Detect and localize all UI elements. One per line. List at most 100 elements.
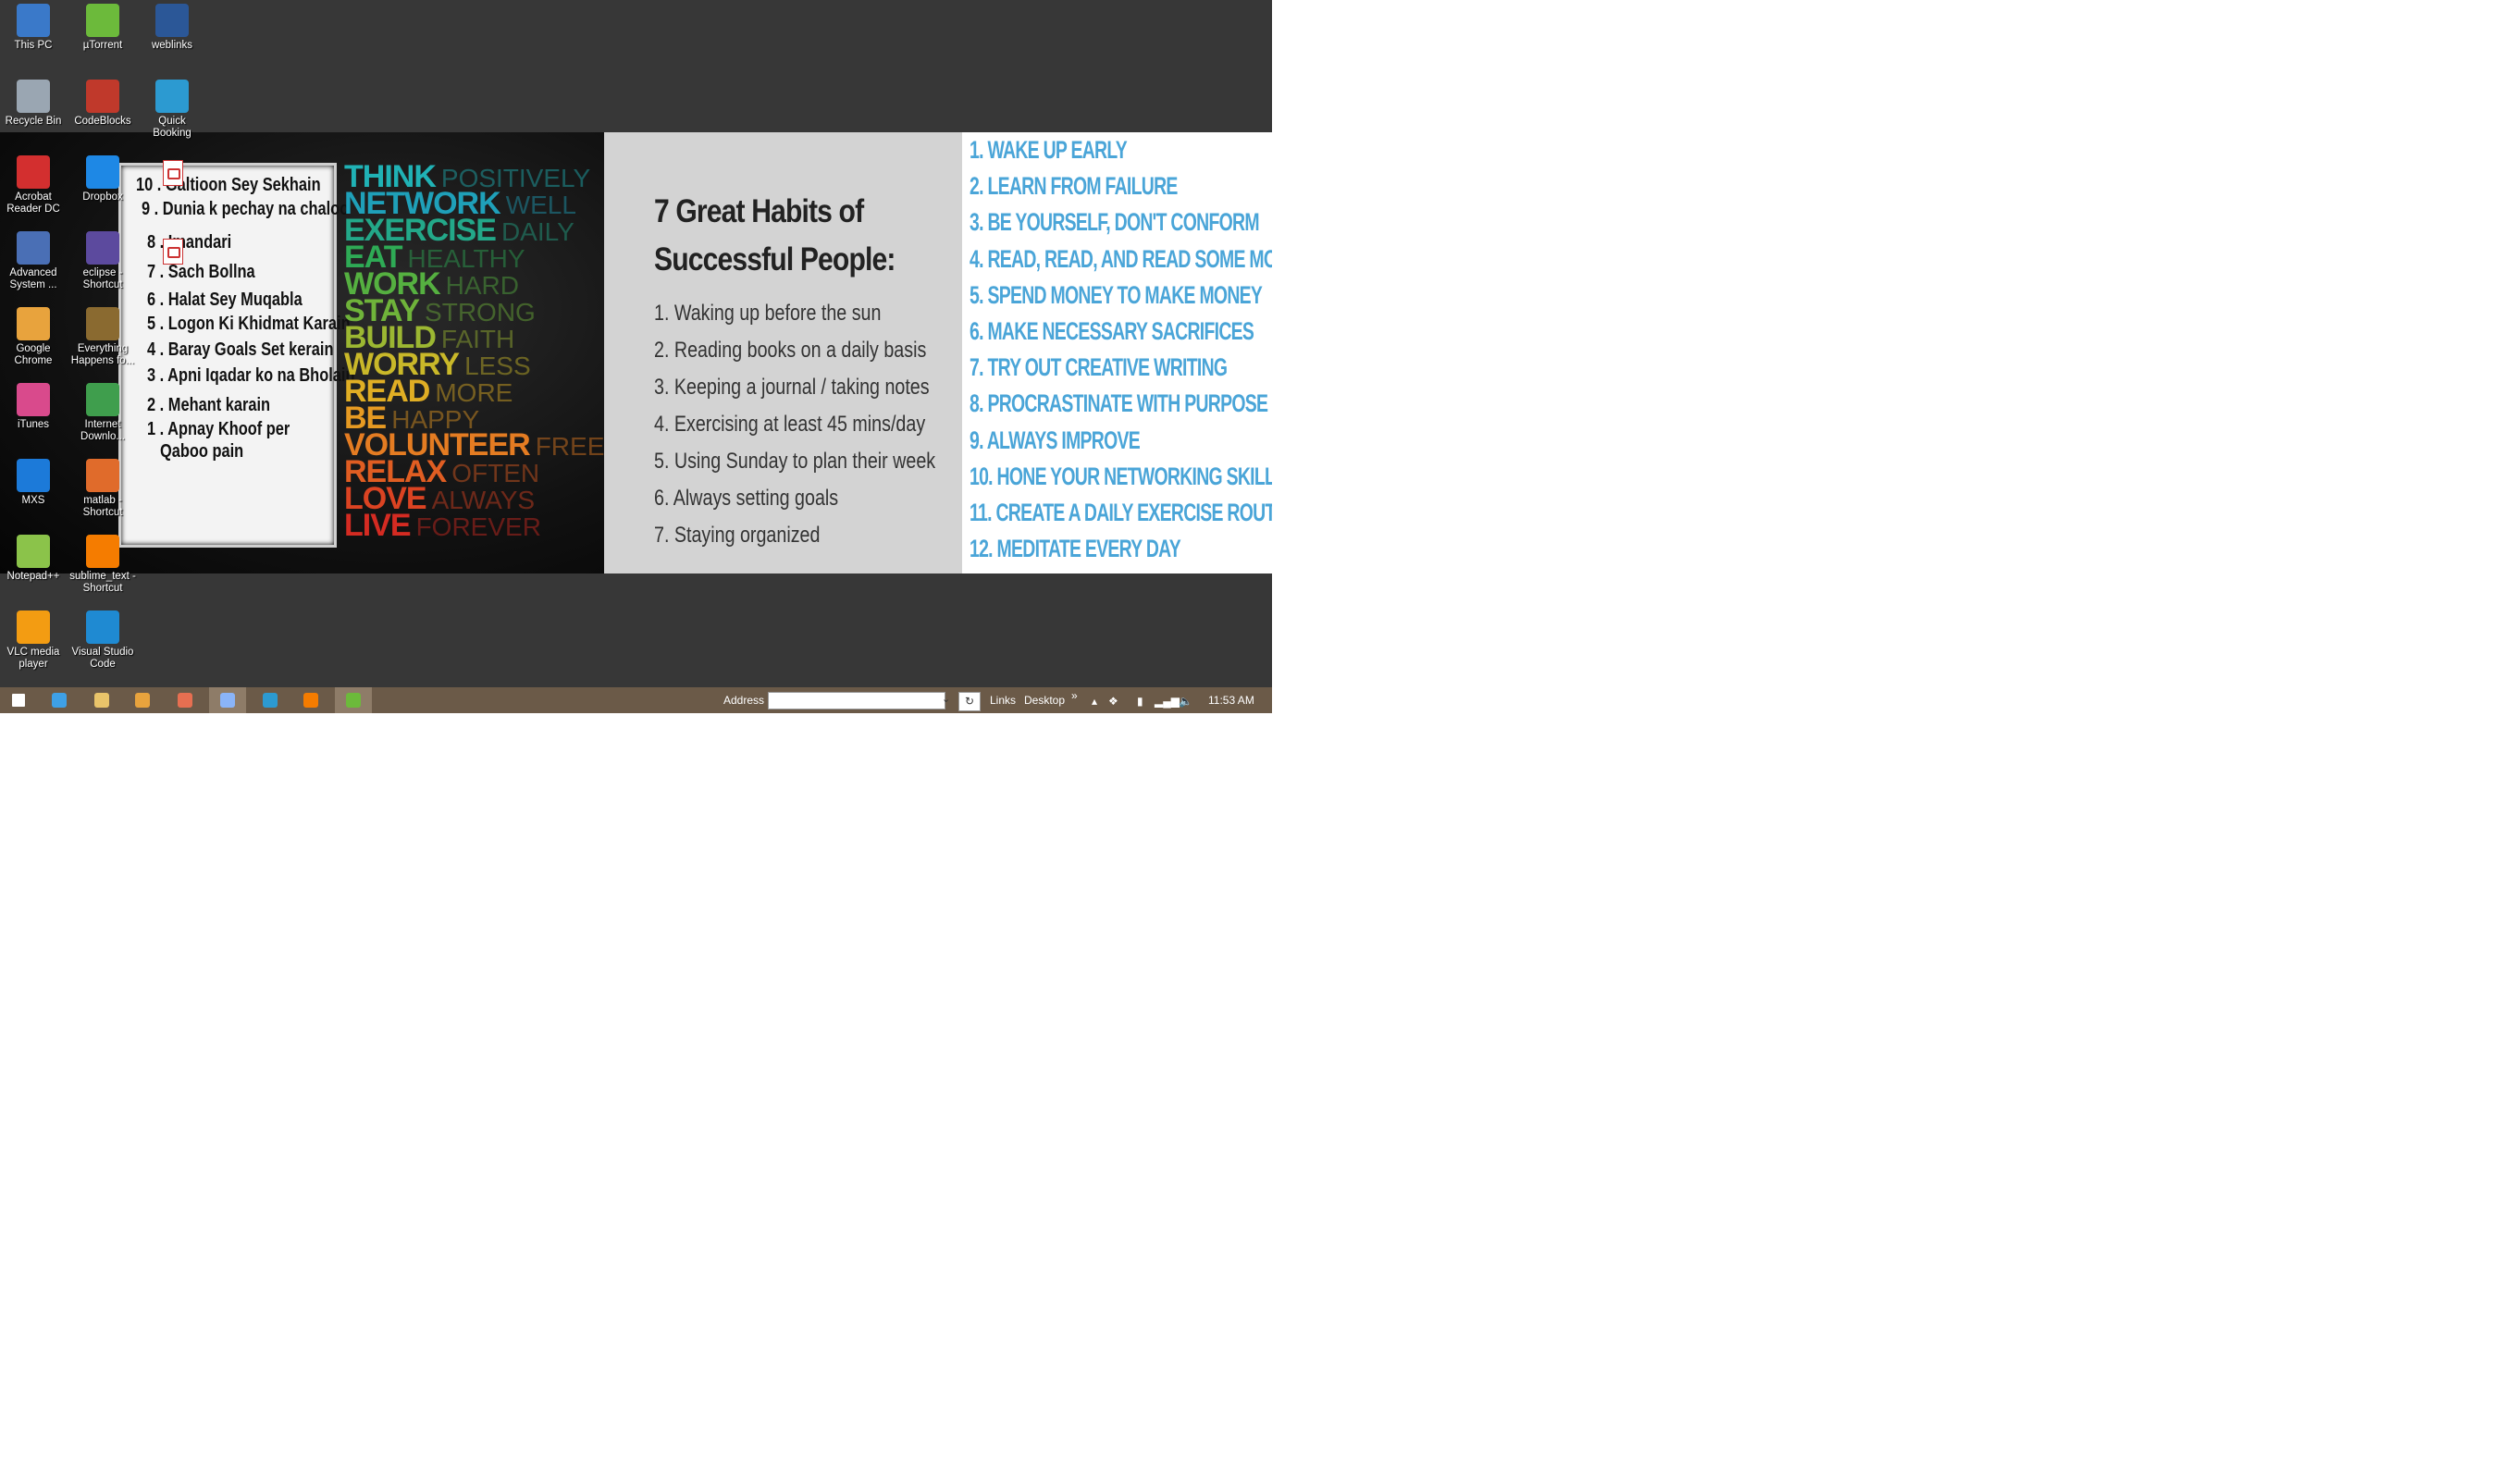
desktop-icon-label: Google Chrome bbox=[14, 343, 53, 366]
taskbar-button[interactable] bbox=[335, 687, 372, 713]
paint-icon bbox=[178, 693, 192, 708]
motto-adverb: MORE bbox=[435, 378, 513, 407]
taskbar-button[interactable] bbox=[209, 687, 246, 713]
desktop-icon-label: Notepad++ bbox=[6, 571, 60, 582]
note-line: Qaboo pain bbox=[160, 441, 244, 462]
note-line: 7 . Sach Bollna bbox=[147, 262, 255, 282]
desktop-icon[interactable]: Recycle Bin bbox=[0, 80, 67, 128]
tip-item: 8. PROCRASTINATE WITH PURPOSE bbox=[970, 389, 1268, 418]
toolbar-overflow-icon[interactable]: » bbox=[1071, 689, 1078, 702]
recycle-bin-icon bbox=[17, 80, 50, 113]
desktop-icon-label: weblinks bbox=[151, 40, 193, 51]
desktop-icon[interactable]: Dropbox bbox=[69, 155, 136, 204]
note-line: 8 . Imandari bbox=[147, 232, 232, 253]
taskbar-button[interactable] bbox=[252, 687, 289, 713]
motto-adverb: HARD bbox=[445, 271, 519, 300]
vscode-icon bbox=[86, 610, 119, 644]
pdf-file-icon[interactable] bbox=[163, 239, 183, 265]
taskbar-button[interactable] bbox=[124, 687, 161, 713]
desktop-icon[interactable]: sublime_text - Shortcut bbox=[69, 535, 136, 595]
tip-item: 6. MAKE NECESSARY SACRIFICES bbox=[970, 317, 1254, 345]
motto-verb: LIVE bbox=[344, 508, 412, 543]
eclipse-icon bbox=[86, 231, 119, 265]
computer-icon bbox=[17, 4, 50, 37]
desktop-icon-label: Everything Happens fo... bbox=[70, 343, 135, 366]
tip-item: 3. BE YOURSELF, DON'T CONFORM bbox=[970, 208, 1260, 237]
desktop-icon[interactable]: Quick Booking bbox=[139, 80, 205, 140]
address-input[interactable] bbox=[768, 692, 945, 709]
desktop: 10 . Galtioon Sey Sekhain 9 . Dunia k pe… bbox=[0, 0, 1272, 713]
clock[interactable]: 11:53 AM bbox=[1208, 694, 1254, 707]
show-hidden-icons-icon[interactable]: ▴ bbox=[1092, 695, 1097, 708]
refresh-icon[interactable]: ↻ bbox=[958, 692, 981, 711]
desktop-icon-label: eclipse - Shortcut bbox=[82, 267, 123, 290]
desktop-icon-label: matlab - Shortcut bbox=[82, 495, 123, 518]
note-line: 9 . Dunia k pechay na chaloo bbox=[142, 199, 350, 219]
desktop-icon[interactable]: matlab - Shortcut bbox=[69, 459, 136, 519]
internet-download-icon bbox=[86, 383, 119, 416]
desktop-icon[interactable]: µTorrent bbox=[69, 4, 136, 52]
note-line: 3 . Apni Iqadar ko na Bholain bbox=[147, 365, 355, 386]
desktop-icon[interactable]: Advanced System ... bbox=[0, 231, 67, 291]
itunes-icon bbox=[17, 383, 50, 416]
tip-item: 1. WAKE UP EARLY bbox=[970, 136, 1128, 164]
sublime-icon bbox=[303, 693, 318, 708]
desktop-icon[interactable]: Notepad++ bbox=[0, 535, 67, 583]
desktop-icon[interactable]: eclipse - Shortcut bbox=[69, 231, 136, 291]
desktop-icon[interactable]: weblinks bbox=[139, 4, 205, 52]
desktop-icon-label: VLC media player bbox=[6, 647, 60, 670]
desktop-icon[interactable]: CodeBlocks bbox=[69, 80, 136, 128]
habit-item: 6. Always setting goals bbox=[654, 486, 839, 511]
motto-adverb: ALWAYS bbox=[431, 486, 536, 514]
chrome-icon bbox=[17, 307, 50, 340]
dropbox-tray-icon[interactable]: ❖ bbox=[1108, 695, 1118, 708]
desktop-icon-label: This PC bbox=[14, 40, 53, 51]
desktop-icon-label: Acrobat Reader DC bbox=[6, 191, 60, 215]
utorrent-icon bbox=[346, 693, 361, 708]
note-line: 4 . Baray Goals Set kerain bbox=[147, 339, 334, 360]
volume-icon[interactable]: 🔈 bbox=[1179, 695, 1192, 708]
motto-adverb: FOREVER bbox=[415, 512, 541, 541]
utorrent-icon bbox=[86, 4, 119, 37]
desktop-icon-label: Advanced System ... bbox=[9, 267, 57, 290]
taskbar-button[interactable] bbox=[292, 687, 329, 713]
links-toolbar[interactable]: Links bbox=[990, 694, 1016, 707]
tip-item: 5. SPEND MONEY TO MAKE MONEY bbox=[970, 280, 1263, 309]
note-line: 5 . Logon Ki Khidmat Karain bbox=[147, 314, 351, 334]
desktop-toolbar[interactable]: Desktop bbox=[1024, 694, 1065, 707]
desktop-icon-label: µTorrent bbox=[82, 40, 123, 51]
taskbar-button[interactable] bbox=[167, 687, 204, 713]
internet-explorer-icon bbox=[52, 693, 67, 708]
desktop-icon[interactable]: iTunes bbox=[0, 383, 67, 431]
habit-item: 1. Waking up before the sun bbox=[654, 301, 882, 326]
tip-item: 4. READ, READ, AND READ SOME MORE bbox=[970, 244, 1272, 273]
taskbar-button[interactable] bbox=[0, 687, 37, 713]
notepad-icon bbox=[17, 535, 50, 568]
note-line: 1 . Apnay Khoof per bbox=[147, 419, 290, 439]
desktop-icon-label: Visual Studio Code bbox=[71, 647, 134, 670]
taskbar-button[interactable] bbox=[83, 687, 120, 713]
desktop-icon[interactable]: Google Chrome bbox=[0, 307, 67, 367]
desktop-icon[interactable]: Internet Downlo... bbox=[69, 383, 136, 443]
desktop-icon[interactable]: Everything Happens fo... bbox=[69, 307, 136, 367]
folder-image-icon bbox=[86, 307, 119, 340]
sublime-icon bbox=[86, 535, 119, 568]
desktop-icon[interactable]: This PC bbox=[0, 4, 67, 52]
desktop-icon[interactable]: VLC media player bbox=[0, 610, 67, 671]
battery-icon[interactable]: ▮ bbox=[1137, 695, 1143, 708]
pdf-file-icon[interactable] bbox=[163, 160, 183, 186]
desktop-icon[interactable]: Visual Studio Code bbox=[69, 610, 136, 671]
taskbar-button[interactable] bbox=[41, 687, 78, 713]
habits-title: 7 Great Habits of Successful People: bbox=[654, 193, 896, 278]
tip-item: 2. LEARN FROM FAILURE bbox=[970, 172, 1178, 201]
word-document-icon bbox=[155, 4, 189, 37]
desktop-icon[interactable]: Acrobat Reader DC bbox=[0, 155, 67, 216]
wallpaper-tips-panel: 1. WAKE UP EARLY 2. LEARN FROM FAILURE 3. … bbox=[962, 132, 1272, 574]
motto-adverb: OFTEN bbox=[451, 459, 540, 487]
desktop-icon[interactable]: MXS bbox=[0, 459, 67, 507]
habit-item: 4. Exercising at least 45 mins/day bbox=[654, 412, 926, 437]
chevron-down-icon[interactable]: ⌄ bbox=[942, 693, 950, 705]
codeblocks-icon bbox=[86, 80, 119, 113]
wifi-signal-icon[interactable]: ▂▄▆ bbox=[1155, 695, 1180, 708]
quick-booking-icon bbox=[155, 80, 189, 113]
